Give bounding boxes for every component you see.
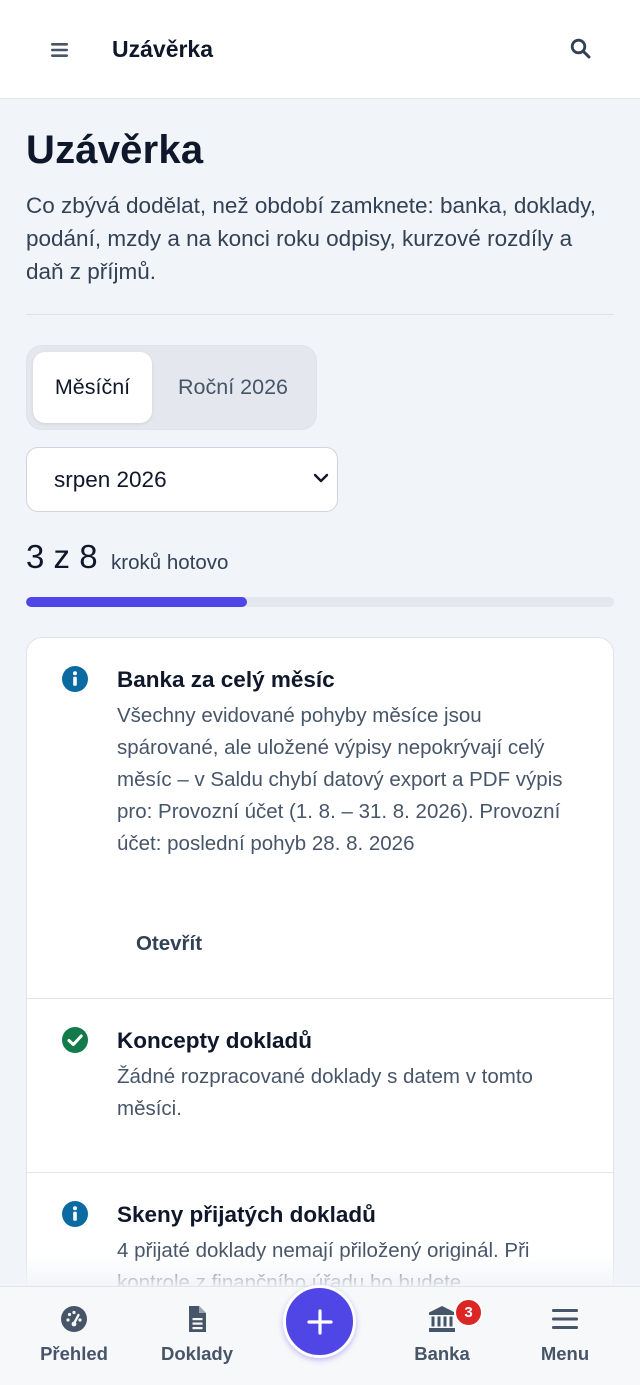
progress-count: 3 z 8 [26, 538, 98, 575]
menu-icon [552, 1309, 578, 1329]
add-button[interactable] [283, 1285, 356, 1358]
page-description: Co zbývá dodělat, než období zamknete: b… [26, 193, 596, 284]
chevron-down-icon [313, 473, 329, 483]
tab-yearly[interactable]: Roční 2026 [158, 352, 308, 423]
tab-monthly[interactable]: Měsíční [33, 352, 152, 423]
step-title: Skeny přijatých dokladů [117, 1202, 376, 1227]
app-bar-title: Uzávěrka [112, 36, 214, 62]
search-button[interactable] [560, 28, 600, 68]
step-title: Banka za celý měsíc [117, 667, 335, 692]
nav-label: Menu [540, 1343, 590, 1364]
step-description: Žádné rozpracované doklady s datem v tom… [117, 1065, 533, 1120]
nav-item-documents[interactable]: Doklady [142, 1287, 252, 1385]
search-icon [570, 38, 590, 58]
step-item: Koncepty dokladů Žádné rozpracované dokl… [27, 999, 613, 1173]
nav-item-overview[interactable]: Přehled [19, 1287, 129, 1385]
bank-icon [429, 1306, 455, 1332]
header-divider [26, 314, 614, 315]
bottom-fade [0, 1255, 640, 1287]
plus-icon [306, 1308, 333, 1335]
nav-item-menu[interactable]: Menu [510, 1287, 620, 1385]
nav-label: Doklady [161, 1343, 233, 1364]
progress-bar-fill [26, 597, 247, 607]
bank-notification-badge: 3 [454, 1298, 483, 1327]
gauge-icon [61, 1306, 87, 1332]
check-circle-icon [62, 1027, 88, 1053]
hamburger-icon [51, 43, 68, 57]
nav-label: Banka [414, 1343, 470, 1364]
hamburger-menu-button[interactable] [40, 30, 80, 70]
info-icon [62, 666, 88, 692]
progress-label: kroků hotovo [111, 551, 229, 574]
period-type-tabs: Měsíční Roční 2026 [26, 345, 317, 430]
top-bar: Uzávěrka [0, 0, 640, 99]
document-icon [189, 1306, 206, 1332]
open-bank-step-button[interactable]: Otevřít [119, 919, 219, 969]
step-title: Koncepty dokladů [117, 1028, 313, 1053]
step-item: Banka za celý měsíc Všechny evidované po… [27, 638, 613, 999]
period-select[interactable]: srpen 2026 [26, 447, 338, 512]
nav-label: Přehled [40, 1343, 108, 1364]
info-icon [62, 1201, 88, 1227]
nav-item-bank[interactable]: Banka [387, 1287, 497, 1385]
app-root: Uzávěrka Uzávěrka Co zbývá dodělat, než … [0, 0, 640, 1385]
step-description: Všechny evidované pohyby měsíce jsou spá… [117, 704, 563, 855]
period-select-value: srpen 2026 [54, 466, 167, 492]
progress-bar [26, 597, 614, 607]
page-title: Uzávěrka [26, 128, 204, 172]
